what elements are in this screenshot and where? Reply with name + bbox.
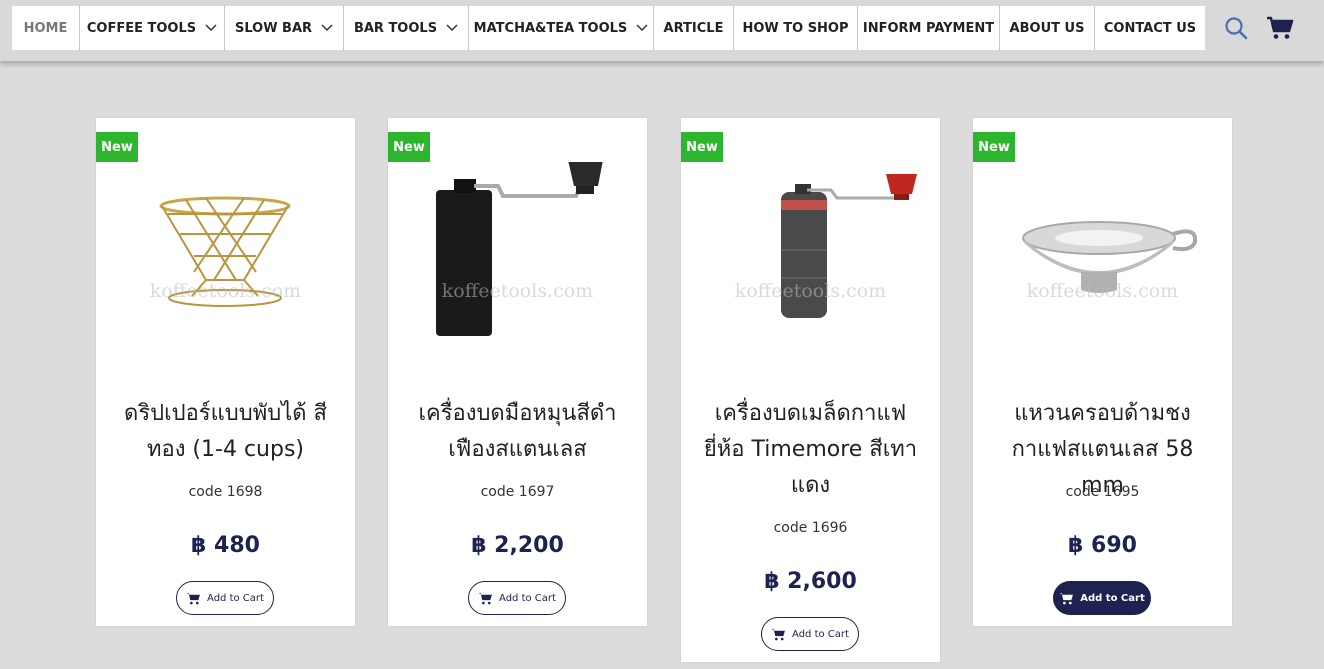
add-to-cart-button[interactable]: Add to Cart [468, 581, 566, 615]
nav-item-slow-bar[interactable]: SLOW BAR [224, 6, 343, 50]
product-price: ฿ 690 [1068, 533, 1137, 558]
nav-item-contact-us[interactable]: CONTACT US [1094, 6, 1205, 50]
add-to-cart-button[interactable]: Add to Cart [761, 617, 859, 651]
product-card[interactable]: New koffeetools.com เครื่องบดมือหมุนสีดำ… [387, 117, 648, 627]
product-image[interactable]: koffeetools.com [681, 162, 940, 372]
product-code: code 1697 [480, 484, 555, 500]
cart-icon [1059, 592, 1074, 604]
search-icon[interactable] [1224, 16, 1248, 40]
button-label: Add to Cart [207, 592, 264, 604]
product-title[interactable]: เครื่องบดเมล็ดกาแฟยี่ห้อ Timemore สีเทาแ… [701, 396, 920, 504]
nav-item-article[interactable]: ARTICLE [653, 6, 733, 50]
product-price: ฿ 2,200 [471, 533, 564, 558]
nav-item-coffee-tools[interactable]: COFFEE TOOLS [79, 6, 224, 50]
nav-item-how-to-shop[interactable]: HOW TO SHOP [733, 6, 857, 50]
watermark: koffeetools.com [1026, 280, 1179, 302]
button-label: Add to Cart [499, 592, 556, 604]
product-card[interactable]: New koffeetools.com เครื่องบดเมล็ดกาแฟยี… [680, 117, 941, 663]
main-nav: HOME COFFEE TOOLS SLOW BAR BAR TOOLS MAT… [12, 6, 1205, 50]
nav-item-label: HOW TO SHOP [742, 20, 849, 36]
cart-icon [478, 592, 492, 604]
new-badge: New [973, 132, 1015, 162]
nav-item-about-us[interactable]: ABOUT US [999, 6, 1094, 50]
product-card[interactable]: New koffeetools.com ดริปเปอร์แบบพับได้ ส… [95, 117, 356, 627]
new-badge: New [96, 132, 138, 162]
product-price: ฿ 480 [191, 533, 260, 558]
watermark: koffeetools.com [734, 280, 887, 302]
cart-icon [186, 592, 200, 604]
nav-item-label: CONTACT US [1103, 20, 1197, 36]
nav-item-label: ARTICLE [663, 20, 724, 36]
new-badge: New [388, 132, 430, 162]
cart-icon[interactable] [1266, 16, 1294, 40]
product-code: code 1695 [1065, 484, 1140, 500]
product-title[interactable]: ดริปเปอร์แบบพับได้ สีทอง (1-4 cups) [116, 396, 335, 468]
nav-item-matcha-tea-tools[interactable]: MATCHA&TEA TOOLS [468, 6, 653, 50]
product-code: code 1698 [188, 484, 263, 500]
new-badge: New [681, 132, 723, 162]
nav-item-label: ABOUT US [1009, 20, 1085, 36]
add-to-cart-button[interactable]: Add to Cart [176, 581, 274, 615]
button-label: Add to Cart [1080, 592, 1145, 604]
add-to-cart-button[interactable]: Add to Cart [1053, 581, 1151, 615]
cart-icon [771, 628, 785, 640]
chevron-down-icon [321, 24, 333, 32]
nav-item-label: MATCHA&TEA TOOLS [473, 20, 628, 36]
product-image[interactable]: koffeetools.com [973, 162, 1232, 372]
nav-item-bar-tools[interactable]: BAR TOOLS [343, 6, 468, 50]
grinder-timemore-image [781, 174, 917, 318]
nav-item-label: HOME [23, 20, 68, 36]
product-title[interactable]: เครื่องบดมือหมุนสีดำเฟืองสแตนเลส [408, 396, 627, 468]
chevron-down-icon [446, 24, 458, 32]
product-card[interactable]: New koffeetools.com แหวนครอบด้ามชงกาแฟสแ… [972, 117, 1233, 627]
product-price: ฿ 2,600 [764, 569, 857, 594]
nav-item-label: COFFEE TOOLS [86, 20, 197, 36]
button-label: Add to Cart [792, 628, 849, 640]
grinder-black-image [436, 160, 603, 336]
nav-item-label: INFORM PAYMENT [862, 20, 995, 36]
chevron-down-icon [205, 24, 217, 32]
watermark: koffeetools.com [441, 280, 594, 302]
watermark: koffeetools.com [149, 280, 302, 302]
dosing-ring-image [1022, 221, 1198, 293]
nav-item-home[interactable]: HOME [12, 6, 79, 50]
nav-item-label: SLOW BAR [234, 20, 313, 36]
nav-item-label: BAR TOOLS [353, 20, 438, 36]
dripper-image [159, 196, 291, 307]
header-bar: HOME COFFEE TOOLS SLOW BAR BAR TOOLS MAT… [0, 0, 1324, 61]
product-image[interactable]: koffeetools.com [96, 162, 355, 372]
product-code: code 1696 [773, 520, 848, 536]
nav-item-inform-payment[interactable]: INFORM PAYMENT [857, 6, 999, 50]
chevron-down-icon [636, 24, 648, 32]
product-image[interactable]: koffeetools.com [388, 160, 647, 372]
